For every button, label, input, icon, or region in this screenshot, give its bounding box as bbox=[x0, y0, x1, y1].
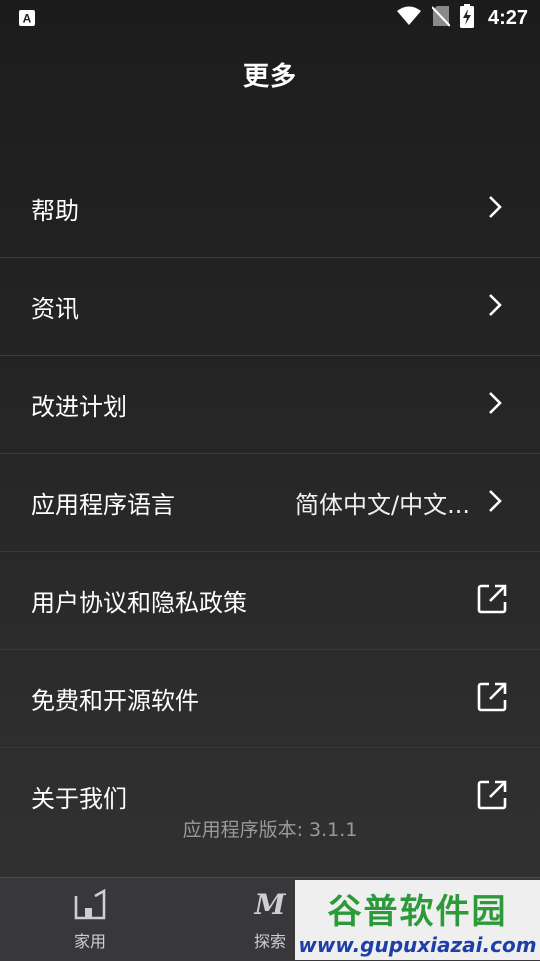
external-link-icon bbox=[476, 681, 508, 717]
app-language-value: 简体中文/中文... bbox=[295, 491, 470, 519]
explore-icon: M bbox=[253, 888, 287, 924]
nav-item-label: 家用 bbox=[73, 932, 106, 951]
external-link-icon bbox=[476, 583, 508, 619]
no-sim-icon bbox=[431, 5, 451, 31]
page-title: 更多 bbox=[242, 62, 297, 92]
nav-item-home[interactable]: 家用 bbox=[30, 888, 150, 952]
wifi-icon bbox=[396, 6, 422, 30]
menu-item-label: 关于我们 bbox=[31, 785, 127, 813]
menu-item-open-source[interactable]: 免费和开源软件 bbox=[0, 650, 540, 748]
svg-text:A: A bbox=[23, 12, 32, 26]
watermark-main: 谷普软件园 bbox=[327, 891, 508, 932]
menu-item-improvement-plan[interactable]: 改进计划 bbox=[0, 356, 540, 454]
menu-item-label: 帮助 bbox=[31, 197, 79, 225]
watermark: 谷普软件园 www.gupuxiazai.com bbox=[295, 880, 540, 960]
settings-menu: 帮助 资讯 改进计划 应用程序语言 简体中文/中文... 用户协议和隐私政策 免… bbox=[0, 160, 540, 845]
status-bar: A 4:27 bbox=[0, 0, 540, 36]
battery-charging-icon bbox=[459, 4, 474, 32]
menu-item-news[interactable]: 资讯 bbox=[0, 258, 540, 356]
external-link-icon bbox=[476, 779, 508, 815]
app-notification-icon: A bbox=[18, 9, 36, 31]
chevron-right-icon bbox=[488, 195, 502, 223]
home-icon bbox=[73, 888, 107, 924]
chevron-right-icon bbox=[488, 293, 502, 321]
app-version: 应用程序版本: 3.1.1 bbox=[182, 819, 358, 841]
menu-item-label: 改进计划 bbox=[31, 393, 127, 421]
svg-text:M: M bbox=[254, 888, 287, 920]
chevron-right-icon bbox=[488, 489, 502, 517]
menu-item-label: 应用程序语言 bbox=[31, 491, 175, 519]
menu-item-label: 资讯 bbox=[31, 295, 79, 323]
status-time: 4:27 bbox=[487, 6, 528, 29]
menu-item-user-agreement-privacy[interactable]: 用户协议和隐私政策 bbox=[0, 552, 540, 650]
chevron-right-icon bbox=[488, 391, 502, 419]
watermark-url: www.gupuxiazai.com bbox=[298, 932, 537, 957]
menu-item-label: 免费和开源软件 bbox=[31, 687, 199, 715]
menu-item-help[interactable]: 帮助 bbox=[0, 160, 540, 258]
menu-item-label: 用户协议和隐私政策 bbox=[31, 589, 247, 617]
menu-item-app-language[interactable]: 应用程序语言 简体中文/中文... bbox=[0, 454, 540, 552]
